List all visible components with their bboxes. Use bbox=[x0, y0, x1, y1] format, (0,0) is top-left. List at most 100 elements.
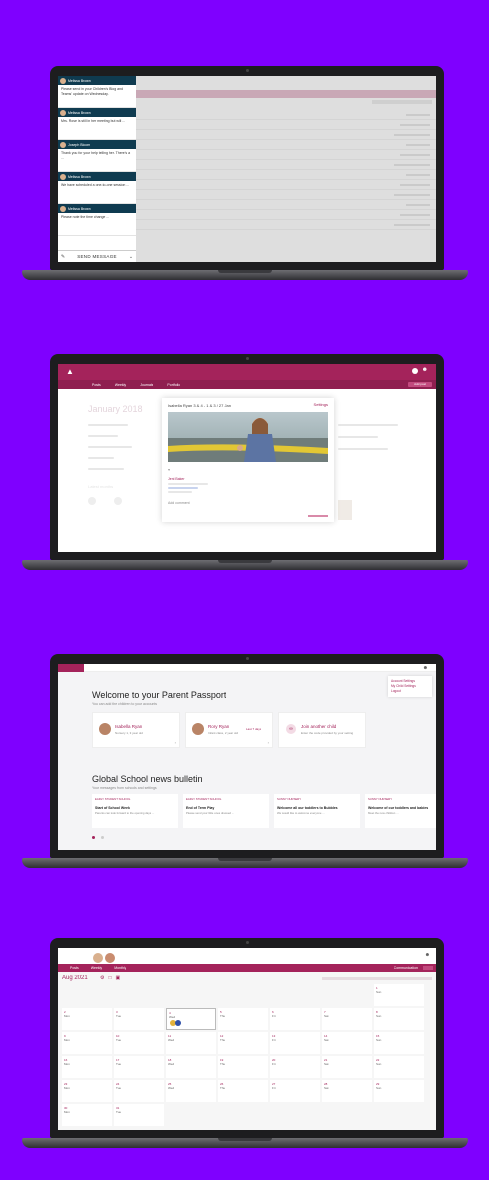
user-icon[interactable]: ☻ bbox=[422, 367, 428, 373]
child-extra[interactable]: Last 7 days bbox=[246, 727, 261, 731]
laptop-bezel: Melissa Brown Please send in your Childre… bbox=[50, 66, 444, 270]
avatar[interactable] bbox=[412, 368, 418, 374]
day-weekday: Fri bbox=[272, 1086, 276, 1090]
child-name: Rory Ryan bbox=[208, 724, 230, 729]
news-card[interactable]: EARLY STUDENT SCHOOL Start of School Week… bbox=[92, 794, 178, 828]
faded-row-text bbox=[406, 174, 430, 176]
legend-strip bbox=[322, 977, 432, 980]
day-cell[interactable]: 22 Sun bbox=[374, 1056, 424, 1078]
thread-header[interactable]: Joseph Bloom bbox=[58, 140, 136, 149]
day-cell[interactable]: 11 Wed bbox=[166, 1032, 216, 1054]
user-icon[interactable]: ☻ bbox=[425, 952, 430, 958]
day-cell[interactable]: 30 Mon bbox=[62, 1104, 112, 1126]
news-card[interactable]: SUNNY NURSERY Welcome all our toddlers to… bbox=[274, 794, 360, 828]
nav-item-weekly[interactable]: Weekly bbox=[91, 966, 102, 970]
news-card-body: Please send your little ones dressed ... bbox=[186, 811, 235, 815]
thread-message[interactable]: Mrs. Rose is still in her meeting but wi… bbox=[58, 117, 136, 140]
thread-message[interactable]: Please send in your Children's Blog and … bbox=[58, 85, 136, 108]
nav-item-weekly[interactable]: Weekly bbox=[115, 383, 126, 387]
settings-icon[interactable]: ⚙ bbox=[100, 975, 104, 981]
pager-dots[interactable] bbox=[92, 836, 104, 839]
day-cell[interactable]: 16 Mon bbox=[62, 1056, 112, 1078]
thread-message[interactable]: Thank you for your help telling her. The… bbox=[58, 149, 136, 172]
day-cell[interactable]: 10 Tue bbox=[114, 1032, 164, 1054]
nav-item-posts[interactable]: Posts bbox=[70, 966, 79, 970]
thread-header[interactable]: Melissa Brown bbox=[58, 204, 136, 213]
child-card[interactable]: Rory Ryan Infant class, 2 year old Last 7 … bbox=[185, 712, 273, 748]
child-playing-photo bbox=[168, 412, 328, 462]
nav-item-posts[interactable]: Posts bbox=[92, 383, 101, 387]
day-cell[interactable]: 12 Thu bbox=[218, 1032, 268, 1054]
thread-sender: Melissa Brown bbox=[68, 174, 91, 179]
chevron-right-icon[interactable]: › bbox=[175, 740, 176, 745]
day-cell[interactable]: 29 Sun bbox=[374, 1080, 424, 1102]
thread-header[interactable]: Melissa Brown bbox=[58, 108, 136, 117]
add-comment-link[interactable]: Add comment bbox=[168, 501, 190, 505]
month-title: January 2018 bbox=[88, 404, 143, 414]
nav-item-journals[interactable]: Journals bbox=[140, 383, 153, 387]
day-cell[interactable]: 23 Mon bbox=[62, 1080, 112, 1102]
day-cell[interactable]: 4 Wed bbox=[166, 1008, 216, 1030]
menu-item[interactable]: Logout bbox=[391, 689, 429, 694]
day-cell[interactable]: 13 Fri bbox=[270, 1032, 320, 1054]
chevron-right-icon[interactable]: › bbox=[268, 740, 269, 745]
day-cell[interactable]: 18 Wed bbox=[166, 1056, 216, 1078]
communication-button[interactable]: Communication bbox=[394, 966, 418, 970]
day-cell[interactable]: 15 Sun bbox=[374, 1032, 424, 1054]
day-cell[interactable]: 19 Thu bbox=[218, 1056, 268, 1078]
nav-action-button[interactable] bbox=[423, 966, 433, 970]
send-message-button[interactable]: SEND MESSAGE bbox=[68, 254, 126, 259]
user-menu-icon[interactable]: ☻ bbox=[423, 665, 428, 671]
day-cell[interactable]: 6 Fri bbox=[270, 1008, 320, 1030]
faded-row-text bbox=[394, 164, 430, 166]
day-cell[interactable]: 20 Fri bbox=[270, 1056, 320, 1078]
laptop-notch bbox=[218, 1138, 272, 1141]
add-child-card[interactable]: ∞ Join another child Enter the code provid… bbox=[278, 712, 366, 748]
news-title: Global School news bulletin bbox=[92, 774, 203, 784]
faded-row-text bbox=[406, 144, 430, 146]
day-cell[interactable]: 24 Tue bbox=[114, 1080, 164, 1102]
pager-dot[interactable] bbox=[101, 836, 104, 839]
day-cell[interactable]: 27 Fri bbox=[270, 1080, 320, 1102]
child-detail: Infant class, 2 year old bbox=[208, 731, 239, 735]
thread-message[interactable]: We have scheduled a one-to-one session .… bbox=[58, 181, 136, 204]
day-cell[interactable]: 8 Sun bbox=[374, 1008, 424, 1030]
day-cell[interactable]: 26 Thu bbox=[218, 1080, 268, 1102]
print-icon[interactable]: ▣ bbox=[116, 975, 121, 981]
nav-item-monthly[interactable]: Monthly bbox=[114, 966, 126, 970]
attach-icon[interactable]: ✎ bbox=[58, 254, 68, 260]
day-cell[interactable]: 7 Sat bbox=[322, 1008, 372, 1030]
faded-avatar bbox=[88, 497, 96, 505]
child-card[interactable]: Isabella Ryan Nursery 1, 3 year old › bbox=[92, 712, 180, 748]
day-cell[interactable]: 25 Wed bbox=[166, 1080, 216, 1102]
news-card[interactable]: EARLY STUDENT SCHOOL End of Term Play Plea… bbox=[183, 794, 269, 828]
child-avatar[interactable] bbox=[104, 952, 116, 964]
chevron-down-icon[interactable]: ⌄ bbox=[126, 254, 136, 260]
thread-header[interactable]: Melissa Brown bbox=[58, 76, 136, 85]
settings-link[interactable]: Settings bbox=[314, 402, 328, 407]
thread-header[interactable]: Melissa Brown bbox=[58, 172, 136, 181]
day-cell[interactable]: 28 Sat bbox=[322, 1080, 372, 1102]
modal-action[interactable] bbox=[308, 515, 328, 517]
child-avatar[interactable] bbox=[92, 952, 104, 964]
thread-message[interactable]: Please note the time change ... bbox=[58, 213, 136, 236]
nav-item-portfolio[interactable]: Portfolio bbox=[167, 383, 180, 387]
post-photo bbox=[168, 412, 328, 462]
calendar-icon[interactable]: □ bbox=[108, 975, 111, 981]
day-weekday: Sat bbox=[324, 1062, 329, 1066]
day-cell[interactable]: 3 Tue bbox=[114, 1008, 164, 1030]
day-cell[interactable]: 9 Mon bbox=[62, 1032, 112, 1054]
event-avatar[interactable] bbox=[175, 1020, 181, 1026]
day-cell[interactable]: 1 Sun bbox=[374, 984, 424, 1006]
day-cell[interactable]: 5 Thu bbox=[218, 1008, 268, 1030]
thread-text: Please note the time change ... bbox=[61, 215, 110, 219]
day-cell[interactable]: 17 Tue bbox=[114, 1056, 164, 1078]
news-card[interactable]: SUNNY NURSERY Welcome of our toddlers and… bbox=[365, 794, 436, 828]
day-cell[interactable]: 14 Sat bbox=[322, 1032, 372, 1054]
day-cell[interactable]: 31 Tue bbox=[114, 1104, 164, 1126]
pager-dot[interactable] bbox=[92, 836, 95, 839]
like-icon[interactable]: ♥ bbox=[168, 468, 170, 472]
day-cell[interactable]: 21 Sat bbox=[322, 1056, 372, 1078]
add-post-button[interactable]: Add post bbox=[408, 382, 432, 387]
day-cell[interactable]: 2 Mon bbox=[62, 1008, 112, 1030]
